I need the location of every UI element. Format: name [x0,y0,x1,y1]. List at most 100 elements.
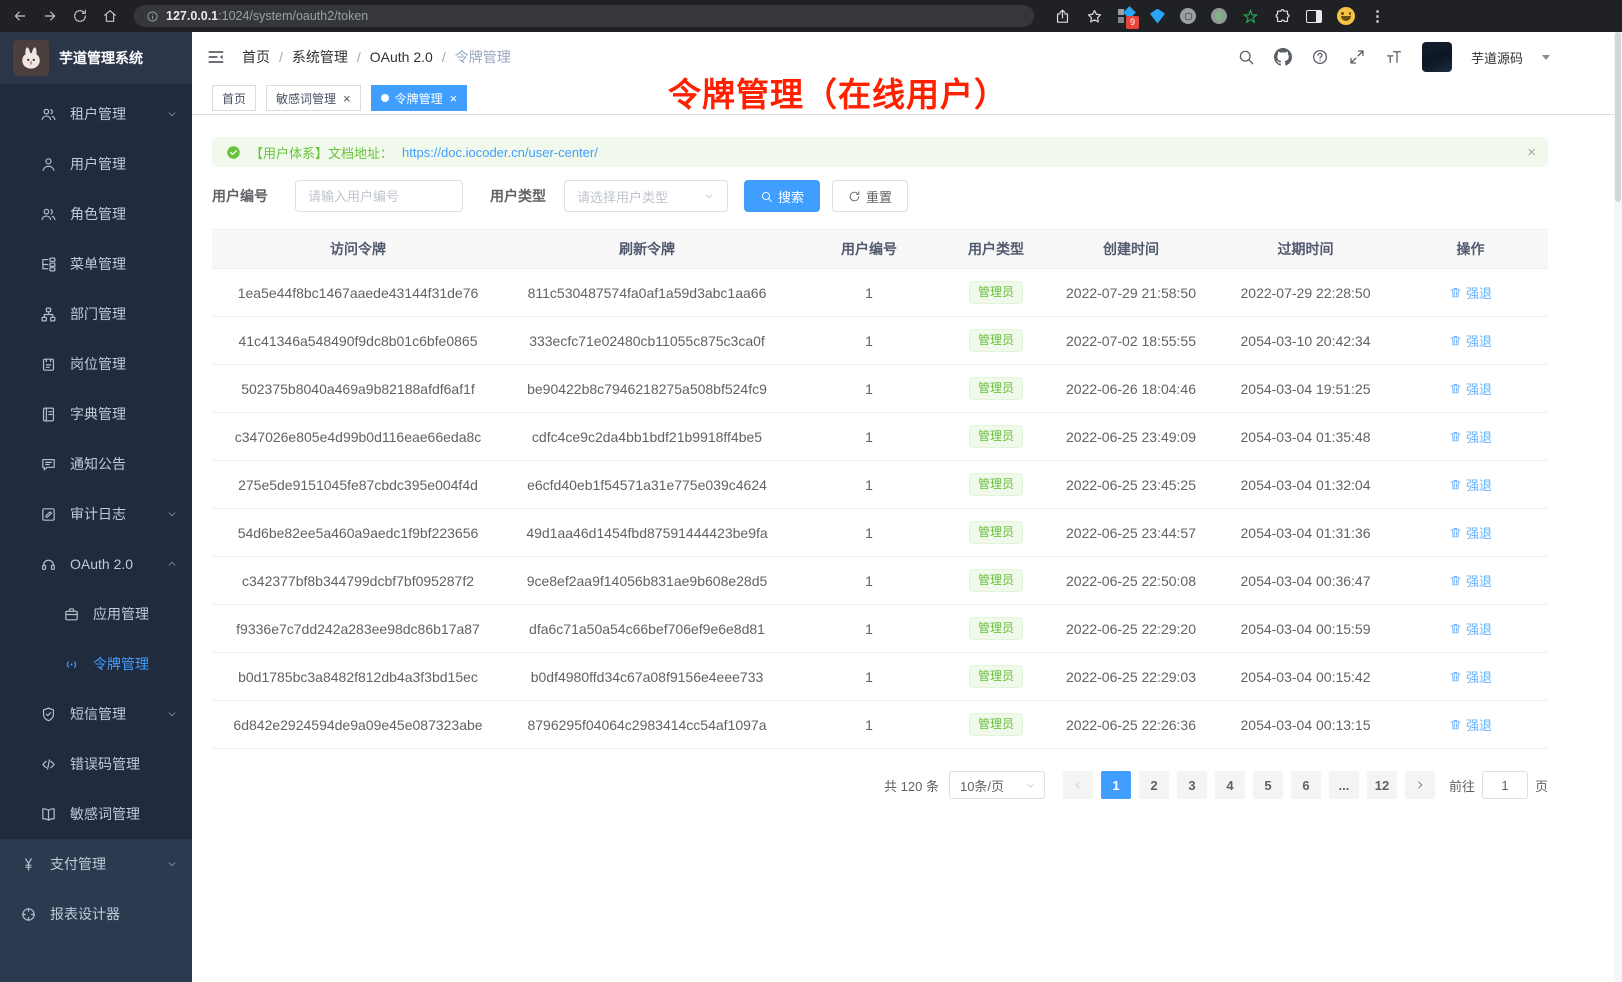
sidebar-item-notice[interactable]: 通知公告 [0,439,192,489]
table-row: c342377bf8b344799dcbf7bf095287f29ce8ef2a… [212,557,1548,605]
github-icon[interactable] [1274,48,1292,66]
trash-icon [1449,574,1462,587]
browser-menu-icon[interactable]: ⋮ [1370,9,1385,24]
sidebar-item-sensitive-word[interactable]: 敏感词管理 [0,789,192,839]
page-button-6[interactable]: 6 [1291,771,1321,799]
username[interactable]: 芋道源码 [1471,48,1523,67]
tab-1[interactable]: 首页 [212,85,256,111]
force-logout-button[interactable]: 强退 [1449,523,1492,542]
sidebar-item-oauth2-token[interactable]: 令牌管理 [0,639,192,689]
sidebar-item-role[interactable]: 角色管理 [0,189,192,239]
sidebar-item-tenant[interactable]: 租户管理 [0,89,192,139]
user-type-label: 用户类型 [490,186,546,206]
table-header-row: 访问令牌刷新令牌用户编号用户类型创建时间过期时间操作 [212,229,1548,269]
tab-close-icon[interactable]: × [343,92,351,105]
force-logout-button[interactable]: 强退 [1449,427,1492,446]
force-logout-button[interactable]: 强退 [1449,619,1492,638]
page-button-4[interactable]: 4 [1215,771,1245,799]
table-row: b0d1785bc3a8482f812db4a3f3bd15ecb0df4980… [212,653,1548,701]
star-extension-icon[interactable] [1242,8,1259,25]
force-logout-button[interactable]: 强退 [1449,331,1492,350]
scrollbar-thumb[interactable] [1615,32,1621,202]
page-button-3[interactable]: 3 [1177,771,1207,799]
breadcrumb-separator: / [357,49,361,65]
breadcrumb-item-2[interactable]: 系统管理 [292,47,348,67]
side-panel-icon[interactable] [1306,10,1322,23]
force-logout-button[interactable]: 强退 [1449,715,1492,734]
sidebar-item-error-code[interactable]: 错误码管理 [0,739,192,789]
chevron-up-icon [166,558,178,570]
fullscreen-icon[interactable] [1348,48,1366,66]
user-menu-caret-icon[interactable] [1542,55,1550,60]
sidebar-item-label: 通知公告 [70,454,126,474]
force-logout-button[interactable]: 强退 [1449,283,1492,302]
page-button-12[interactable]: 12 [1367,771,1397,799]
sidebar-item-user[interactable]: 用户管理 [0,139,192,189]
action-cell: 强退 [1393,571,1548,590]
user-id-input[interactable] [295,180,463,212]
puzzle-extensions-icon[interactable] [1274,8,1291,25]
logo-rabbit-icon [13,40,49,76]
tab-3[interactable]: 令牌管理× [371,85,468,111]
sidebar-item-post[interactable]: 岗位管理 [0,339,192,389]
sidebar-item-oauth2-app[interactable]: 应用管理 [0,589,192,639]
breadcrumb-item-3[interactable]: OAuth 2.0 [370,49,433,65]
reset-button[interactable]: 重置 [832,180,908,212]
doc-alert-banner: 【用户体系】文档地址： https://doc.iocoder.cn/user-… [212,137,1548,167]
text-size-icon[interactable] [1385,48,1403,66]
force-logout-button[interactable]: 强退 [1449,475,1492,494]
page-button-5[interactable]: 5 [1253,771,1283,799]
sidebar-item-dict[interactable]: 字典管理 [0,389,192,439]
search-icon[interactable] [1237,48,1255,66]
sidebar-item-label: 岗位管理 [70,354,126,374]
page-button-1[interactable]: 1 [1101,771,1131,799]
gem-extension-icon[interactable] [1150,9,1165,24]
sidebar-collapse-icon[interactable] [206,47,226,67]
goto-page-input[interactable] [1482,771,1528,799]
site-info-icon[interactable] [146,10,159,23]
page-size-select[interactable]: 10条/页 [949,771,1045,799]
address-bar[interactable]: 127.0.0.1:1024/system/oauth2/token [134,5,1034,27]
browser-reload-icon[interactable] [72,8,88,24]
chevron-left-icon [1072,779,1084,791]
user-type-select[interactable]: 请选择用户类型 [564,180,728,212]
sidebar-item-pay[interactable]: 支付管理 [0,839,192,889]
tab-close-icon[interactable]: × [450,92,458,105]
extension-grid-icon[interactable]: 9 [1118,8,1135,25]
emoji-extension-icon[interactable] [1337,7,1355,25]
active-tab-dot-icon [381,94,389,102]
create-time-cell: 2022-06-26 18:04:46 [1044,381,1218,397]
page-button-2[interactable]: 2 [1139,771,1169,799]
access-token-cell: 41c41346a548490f9dc8b01c6bfe0865 [212,333,504,349]
force-logout-button[interactable]: 强退 [1449,571,1492,590]
sidebar-item-sms[interactable]: 短信管理 [0,689,192,739]
browser-home-icon[interactable] [102,8,118,24]
page-scrollbar[interactable] [1614,32,1622,982]
sidebar-item-label: 应用管理 [93,604,149,624]
browser-back-icon[interactable] [12,8,28,24]
sidebar-item-menu[interactable]: 菜单管理 [0,239,192,289]
search-button[interactable]: 搜索 [744,180,820,212]
browser-forward-icon[interactable] [42,8,58,24]
doc-link[interactable]: https://doc.iocoder.cn/user-center/ [402,145,598,160]
command-extension-icon[interactable] [1180,8,1196,24]
breadcrumb-item-1[interactable]: 首页 [242,47,270,67]
sidebar-item-department[interactable]: 部门管理 [0,289,192,339]
user-avatar[interactable] [1422,42,1452,72]
pager-ellipsis[interactable]: ... [1329,771,1359,799]
force-logout-button[interactable]: 强退 [1449,379,1492,398]
help-icon[interactable] [1311,48,1329,66]
sidebar-item-audit-log[interactable]: 审计日志 [0,489,192,539]
share-icon[interactable] [1054,8,1071,25]
tab-2[interactable]: 敏感词管理× [266,85,361,111]
sidebar-item-oauth2[interactable]: OAuth 2.0 [0,539,192,589]
table-row: 6d842e2924594de9a09e45e087323abe8796295f… [212,701,1548,749]
prev-page-button[interactable] [1063,771,1093,799]
bookmark-star-icon[interactable] [1086,8,1103,25]
dot-extension-icon[interactable] [1211,8,1227,24]
alert-close-icon[interactable]: × [1527,144,1536,161]
force-logout-button[interactable]: 强退 [1449,667,1492,686]
next-page-button[interactable] [1405,771,1435,799]
refresh-token-cell: cdfc4ce9c2da4bb1bdf21b9918ff4be5 [504,429,790,445]
sidebar-item-report-designer[interactable]: 报表设计器 [0,889,192,939]
